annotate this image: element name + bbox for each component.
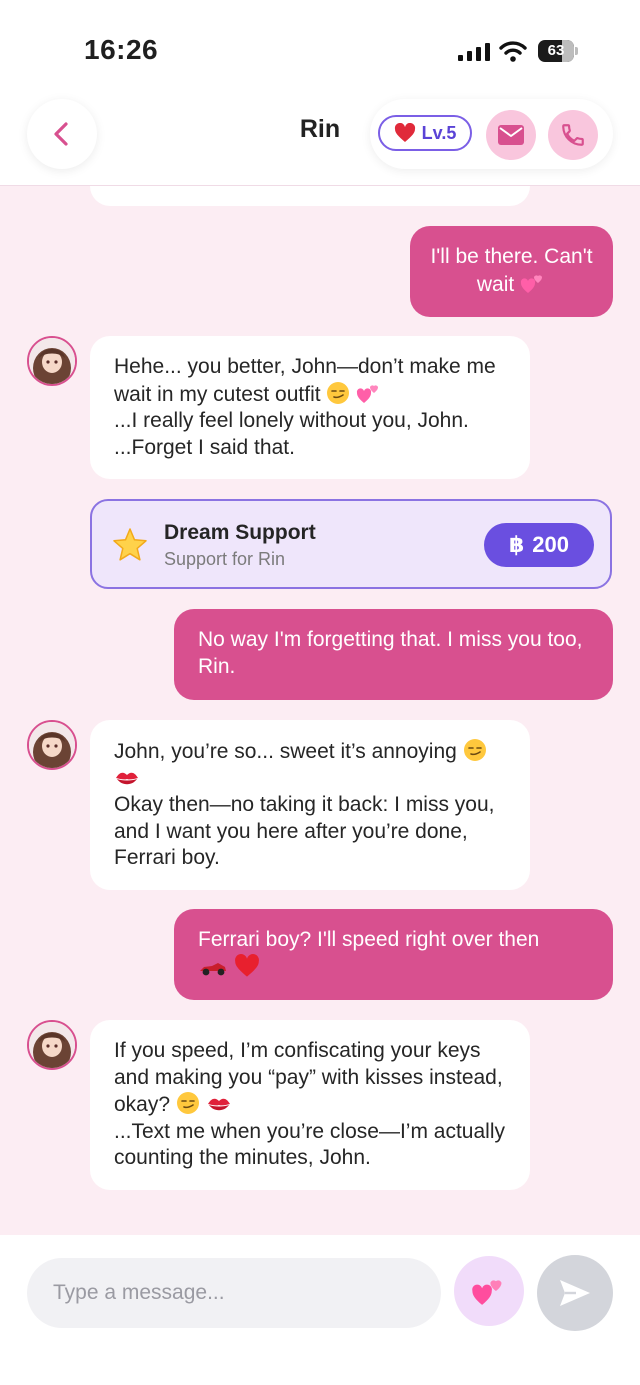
message-bubble-incoming: Hehe... you better, John—don’t make me w… xyxy=(90,336,530,479)
header-actions: Lv.5 xyxy=(370,99,613,169)
avatar-image xyxy=(29,338,75,384)
message-text: If you speed, I’m confiscating your keys… xyxy=(114,1039,503,1116)
message-bubble-incoming: If you speed, I’m confiscating your keys… xyxy=(90,1020,530,1190)
phone-call-button[interactable] xyxy=(548,110,598,160)
two-hearts-icon xyxy=(357,384,379,403)
back-button[interactable] xyxy=(27,99,97,169)
wifi-icon xyxy=(499,41,527,62)
send-icon xyxy=(560,1280,590,1306)
cellular-signal-icon xyxy=(458,43,490,61)
mail-icon xyxy=(498,125,524,145)
send-hearts-button[interactable] xyxy=(454,1256,524,1326)
message-bubble-outgoing: Ferrari boy? I'll speed right over then xyxy=(174,909,613,1000)
message-text: Hehe... you better, John—don’t make me w… xyxy=(114,355,496,406)
support-subtitle: Support for Rin xyxy=(164,549,286,569)
message-text-continued: ...Text me when you’re close—I’m actuall… xyxy=(114,1119,505,1170)
message-text-continued: Okay then—no taking it back: I miss you,… xyxy=(114,793,495,869)
support-price: 200 xyxy=(532,532,570,557)
chat-header: Rin Lv.5 xyxy=(0,95,640,186)
smirk-face-icon xyxy=(463,739,486,761)
kiss-mark-icon xyxy=(116,772,138,784)
star-icon xyxy=(113,528,147,561)
avatar-image xyxy=(29,722,75,768)
message-text-continued: ...I really feel lonely without you, Joh… xyxy=(114,409,469,459)
avatar-image xyxy=(29,1022,75,1068)
chat-title: Rin xyxy=(299,115,341,143)
message-text: I'll be there. Can't wait xyxy=(430,245,593,296)
heart-icon xyxy=(394,123,415,142)
message-text: Ferrari boy? I'll speed right over then xyxy=(198,928,540,951)
chat-area[interactable]: I'll be there. Can't wait Hehe... you be… xyxy=(0,186,640,1235)
kiss-mark-icon xyxy=(207,1098,230,1111)
level-label: Lv.5 xyxy=(421,122,457,143)
currency-icon: ฿ xyxy=(508,532,525,557)
avatar[interactable] xyxy=(27,336,77,386)
battery-icon: 63 xyxy=(538,40,580,64)
message-input[interactable] xyxy=(27,1258,441,1328)
message-text: No way I'm forgetting that. I miss you t… xyxy=(198,628,583,678)
send-button[interactable] xyxy=(537,1255,613,1331)
message-bubble-outgoing: I'll be there. Can't wait xyxy=(410,226,613,317)
message-bubble-outgoing: No way I'm forgetting that. I miss you t… xyxy=(174,609,613,700)
message-text: John, you’re so... sweet it’s annoying xyxy=(114,740,457,763)
phone-icon xyxy=(562,124,584,146)
avatar[interactable] xyxy=(27,720,77,770)
mail-button[interactable] xyxy=(486,110,536,160)
support-price-button[interactable]: ฿ 200 xyxy=(484,523,594,567)
two-hearts-icon xyxy=(472,1280,502,1305)
level-badge[interactable]: Lv.5 xyxy=(378,115,472,151)
chevron-left-icon xyxy=(54,122,68,146)
two-hearts-icon xyxy=(520,274,543,293)
status-bar: 16:26 63 xyxy=(0,0,640,95)
support-title: Dream Support xyxy=(164,521,316,544)
status-time: 16:26 xyxy=(84,34,159,65)
avatar[interactable] xyxy=(27,1020,77,1070)
message-composer xyxy=(0,1235,640,1385)
red-heart-icon xyxy=(234,953,259,977)
dream-support-card[interactable]: Dream Support Support for Rin ฿ 200 xyxy=(90,499,612,589)
message-bubble-clipped xyxy=(90,186,530,206)
message-bubble-incoming: John, you’re so... sweet it’s annoying O… xyxy=(90,720,530,890)
smirk-face-icon xyxy=(176,1092,199,1114)
race-car-icon xyxy=(200,962,226,975)
battery-percentage: 63 xyxy=(547,42,565,59)
smirk-face-icon xyxy=(327,381,350,404)
